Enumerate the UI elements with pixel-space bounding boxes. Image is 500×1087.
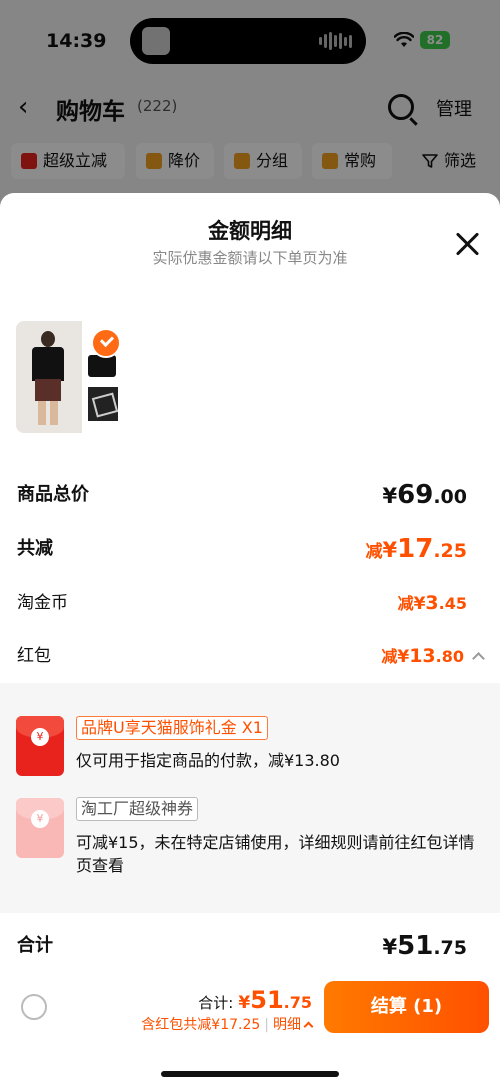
chevron-up-icon [303,1021,314,1032]
product-model-image [16,321,82,433]
red-packet-description: 可减¥15，未在特定店铺使用，详细规则请前往红包详情页查看 [76,833,475,875]
select-all-radio[interactable] [21,994,47,1020]
row-sum: 合计 ¥51.75 [17,928,483,964]
sheet-subtitle: 实际优惠金额请以下单页为准 [152,249,348,267]
row-label: 红包 [17,646,51,666]
checkout-bar: 合计: ¥51.75 含红包共减¥17.25 | 明细 结算 (1) [0,966,500,1087]
row-goods-total: 商品总价 ¥69.00 [17,479,483,511]
row-value: 减¥3.45 [397,592,467,614]
red-packet-list: ¥ 品牌U享天猫服饰礼金 X1 仅可用于指定商品的付款，减¥13.80 ¥ 淘工… [0,683,500,913]
amount-detail-sheet: 金额明细 实际优惠金额请以下单页为准 商品总价 ¥69.00 共减 减¥17.2… [0,193,500,1087]
row-label: 商品总价 [17,484,89,505]
print-detail-image [88,387,118,421]
row-value: 减¥13.80 [381,640,485,673]
row-taojinbi: 淘金币 减¥3.45 [17,587,483,619]
row-label: 共减 [17,538,53,559]
red-packet-tag: 品牌U享天猫服饰礼金 X1 [76,716,268,740]
red-envelope-icon: ¥ [16,798,64,858]
red-packet-tag: 淘工厂超级神券 [76,797,199,821]
row-label: 合计 [17,935,53,956]
row-red-packet[interactable]: 红包 减¥13.80 [17,640,485,673]
red-envelope-icon: ¥ [16,716,64,776]
tshirt-image [88,355,116,377]
close-icon[interactable] [454,231,480,257]
row-value: 减¥17.25 [365,534,467,564]
row-label: 淘金币 [17,593,68,613]
sheet-title: 金额明细 [208,219,292,243]
chevron-up-icon[interactable] [472,652,485,665]
checkout-button[interactable]: 结算 (1) [324,981,489,1033]
row-total-discount: 共减 减¥17.25 [17,533,483,565]
home-indicator [161,1071,339,1077]
row-value: ¥51.75 [382,931,467,961]
selected-check-icon [91,328,121,358]
footer-total: 合计: ¥51.75 [198,986,312,1014]
footer-discount-note[interactable]: 含红包共减¥17.25 | 明细 [141,1014,314,1034]
row-value: ¥69.00 [382,480,467,510]
red-packet-description: 仅可用于指定商品的付款，减¥13.80 [76,751,340,770]
